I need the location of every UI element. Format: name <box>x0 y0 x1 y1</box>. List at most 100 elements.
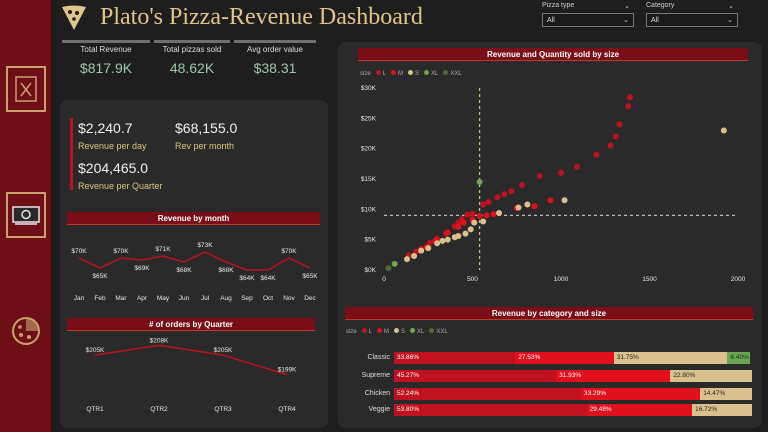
category-bar: 45.27% 31.93% 22.80% <box>394 370 752 382</box>
scatter-point-l[interactable] <box>464 211 471 218</box>
month-value-label: $71K <box>155 246 171 253</box>
legend-item-m[interactable]: M <box>377 328 389 335</box>
category-segment-s[interactable]: 22.80% <box>670 370 752 382</box>
y-tick-label: $20K <box>361 146 377 153</box>
category-segment-s[interactable]: 14.47% <box>700 388 752 400</box>
category-segment-m[interactable]: 33.29% <box>581 388 701 400</box>
legend-item-l[interactable]: L <box>361 328 372 335</box>
category-segment-l[interactable]: 45.27% <box>394 370 557 382</box>
scatter-point-s[interactable] <box>425 245 432 252</box>
scatter-point-s[interactable] <box>480 218 487 225</box>
revenue-quantity-scatter-chart[interactable]: $0K $5K $10K $15K $20K $25K $30K 0 500 1000 1500 20… <box>342 78 752 286</box>
kpi-avg-order: Avg order value $38.31 <box>234 40 316 76</box>
pizza-type-dropdown[interactable]: All ⌄ <box>542 13 634 27</box>
category-slicer[interactable]: Category ⌄ All ⌄ <box>646 2 738 27</box>
sidebar <box>0 0 52 432</box>
scatter-point-s[interactable] <box>418 247 425 254</box>
legend-item-xxl[interactable]: XXL <box>443 70 462 77</box>
scatter-point-l[interactable] <box>558 169 564 176</box>
scatter-point-l[interactable] <box>494 194 501 201</box>
category-segment-l[interactable]: 53.80% <box>394 404 587 416</box>
scatter-point-l[interactable] <box>612 133 619 140</box>
legend-item-m[interactable]: M <box>391 70 403 77</box>
scatter-point-l[interactable] <box>519 182 526 189</box>
scatter-point-m[interactable] <box>490 211 497 218</box>
legend-item-s[interactable]: S <box>394 328 405 335</box>
category-segment-l[interactable]: 52.24% <box>394 388 582 400</box>
category-segment-s[interactable]: 31.75% <box>613 352 728 364</box>
pizza-type-value: All <box>547 16 555 24</box>
scatter-point-m[interactable] <box>476 213 483 220</box>
scatter-point-l[interactable] <box>480 201 487 208</box>
category-bar: 33.86% 27.53% 31.75% 6.40% <box>394 352 752 364</box>
legend-item-s[interactable]: S <box>408 70 419 77</box>
month-tick-label: Dec <box>304 295 316 302</box>
category-segment-m[interactable]: 29.48% <box>586 404 693 416</box>
scatter-point-s[interactable] <box>524 201 531 208</box>
expand-icon[interactable]: ⌄ <box>624 2 630 10</box>
pizza-type-slicer[interactable]: Pizza type ⌄ All ⌄ <box>542 2 634 27</box>
scatter-point-s[interactable] <box>439 237 446 244</box>
category-value: All <box>651 16 659 24</box>
scatter-point-l[interactable] <box>593 151 600 158</box>
legend-item-xl[interactable]: XL <box>424 70 438 77</box>
scatter-point-xxl[interactable] <box>385 265 392 272</box>
scatter-point-s[interactable] <box>471 219 478 226</box>
scatter-point-l[interactable] <box>607 142 614 149</box>
legend-dot <box>410 328 416 333</box>
scatter-point-m[interactable] <box>444 229 451 236</box>
scatter-point-m[interactable] <box>531 203 538 210</box>
scatter-point-xl[interactable] <box>476 179 483 186</box>
scatter-point-s[interactable] <box>411 253 418 260</box>
scatter-point-l[interactable] <box>627 94 634 101</box>
rev-per-month-value: $68,155.0 <box>175 120 238 136</box>
scatter-point-m[interactable] <box>455 223 462 230</box>
month-value-label: $64K <box>260 275 276 282</box>
category-segment-m[interactable]: 27.53% <box>515 352 614 364</box>
scatter-point-xl[interactable] <box>391 260 398 267</box>
revenue-by-month-chart[interactable]: $70K Jan $65K Feb $70K Mar $69K Apr $71K May $68K J… <box>62 228 326 308</box>
category-row-supreme[interactable]: Supreme 45.27% 31.93% 22.80% <box>352 370 752 382</box>
legend-item-xl[interactable]: XL <box>410 328 424 335</box>
chevron-down-icon: ⌄ <box>727 17 733 24</box>
scatter-point-s[interactable] <box>404 256 411 263</box>
category-segment-m[interactable]: 31.93% <box>556 370 671 382</box>
scatter-point-l[interactable] <box>573 163 580 170</box>
revenue-nav-button[interactable] <box>6 192 46 238</box>
pizza-nav-button[interactable] <box>6 308 46 354</box>
legend-item-xxl[interactable]: XXL <box>429 328 448 335</box>
category-segment-l[interactable]: 33.86% <box>394 352 516 364</box>
scatter-point-l[interactable] <box>536 172 543 179</box>
category-name: Veggie <box>368 406 390 413</box>
scatter-point-s[interactable] <box>462 230 469 237</box>
scatter-point-s[interactable] <box>496 209 503 216</box>
menu-nav-button[interactable] <box>6 66 46 112</box>
scatter-point-m[interactable] <box>483 212 490 219</box>
category-row-veggie[interactable]: Veggie 53.80% 29.48% 16.72% <box>352 404 752 416</box>
category-row-classic[interactable]: Classic 33.86% 27.53% 31.75% 6.40% <box>352 352 752 364</box>
category-dropdown[interactable]: All ⌄ <box>646 13 738 27</box>
scatter-point-s[interactable] <box>467 226 474 233</box>
scatter-point-s[interactable] <box>515 204 522 211</box>
scatter-point-l[interactable] <box>469 210 476 217</box>
category-row-chicken[interactable]: Chicken 52.24% 33.29% 14.47% <box>352 388 752 400</box>
scatter-point-l[interactable] <box>485 199 492 206</box>
scatter-point-l[interactable] <box>501 191 508 198</box>
scatter-point-l[interactable] <box>616 121 623 128</box>
category-segment-xl[interactable]: 6.40% <box>727 352 751 364</box>
scatter-point-s[interactable] <box>561 197 568 204</box>
quarter-tick-label: QTR1 <box>86 406 104 413</box>
legend-dot <box>361 328 367 333</box>
scatter-point-l[interactable] <box>508 188 515 195</box>
scatter-point-s[interactable] <box>720 127 727 134</box>
orders-by-quarter-chart[interactable]: $205K QTR1 $208K QTR2 $205K QTR3 $199K QTR4 <box>62 334 326 416</box>
expand-icon[interactable]: ⌄ <box>728 2 734 10</box>
scatter-point-s[interactable] <box>444 236 451 243</box>
category-segment-s[interactable]: 16.72% <box>692 404 752 416</box>
scatter-point-m[interactable] <box>547 197 554 204</box>
legend-item-l[interactable]: L <box>375 70 386 77</box>
scatter-point-s[interactable] <box>434 240 441 247</box>
scatter-point-m[interactable] <box>460 219 467 226</box>
scatter-point-s[interactable] <box>451 234 458 241</box>
scatter-point-l[interactable] <box>625 103 632 110</box>
